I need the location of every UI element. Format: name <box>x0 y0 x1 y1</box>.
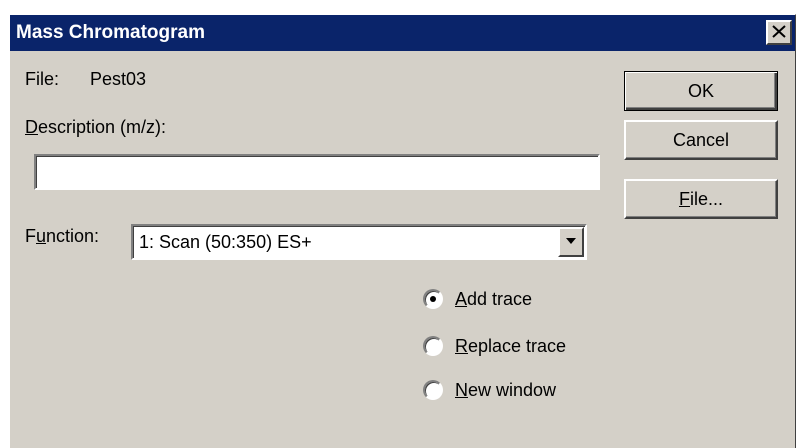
file-button-text: ile... <box>689 189 723 209</box>
close-button[interactable] <box>766 20 792 45</box>
description-label: Description (m/z): <box>25 117 166 138</box>
replace-trace-radio[interactable] <box>423 336 443 356</box>
function-selected-value: 1: Scan (50:350) ES+ <box>139 232 312 252</box>
close-icon <box>772 25 786 38</box>
function-label-prefix: F <box>25 226 36 246</box>
replace-trace-mnemonic: R <box>455 336 468 356</box>
function-dropdown-button[interactable] <box>558 227 584 257</box>
ok-button[interactable]: OK <box>624 71 778 111</box>
description-label-text: escription (m/z): <box>38 117 167 137</box>
new-window-text: ew window <box>468 380 557 400</box>
add-trace-mnemonic: A <box>455 289 468 309</box>
mass-chromatogram-dialog: Mass Chromatogram File: Pest03 Descripti… <box>9 14 796 448</box>
radio-selected-dot <box>430 296 436 302</box>
file-button-mnemonic: F <box>678 189 690 209</box>
function-label: Function: <box>25 226 99 247</box>
dialog-title: Mass Chromatogram <box>16 22 205 43</box>
description-label-mnemonic: D <box>25 117 38 137</box>
dropdown-arrow-icon <box>566 238 576 244</box>
description-input[interactable] <box>34 154 600 190</box>
add-trace-text: dd trace <box>467 289 533 309</box>
replace-trace-label[interactable]: Replace trace <box>455 333 566 359</box>
title-bar[interactable]: Mass Chromatogram <box>10 15 795 51</box>
new-window-radio[interactable] <box>423 380 443 400</box>
file-button[interactable]: File... <box>624 179 778 219</box>
add-trace-radio[interactable] <box>423 289 443 309</box>
replace-trace-text: eplace trace <box>468 336 567 356</box>
function-label-mnemonic: u <box>36 226 47 246</box>
function-dropdown[interactable]: 1: Scan (50:350) ES+ <box>131 224 587 260</box>
new-window-label[interactable]: New window <box>455 377 556 403</box>
new-window-mnemonic: N <box>455 380 468 400</box>
cancel-button[interactable]: Cancel <box>624 120 778 160</box>
file-label: File: <box>25 69 60 89</box>
file-name: Pest03 <box>90 69 147 89</box>
function-label-text: nction: <box>46 226 100 246</box>
add-trace-label[interactable]: Add trace <box>455 286 532 312</box>
